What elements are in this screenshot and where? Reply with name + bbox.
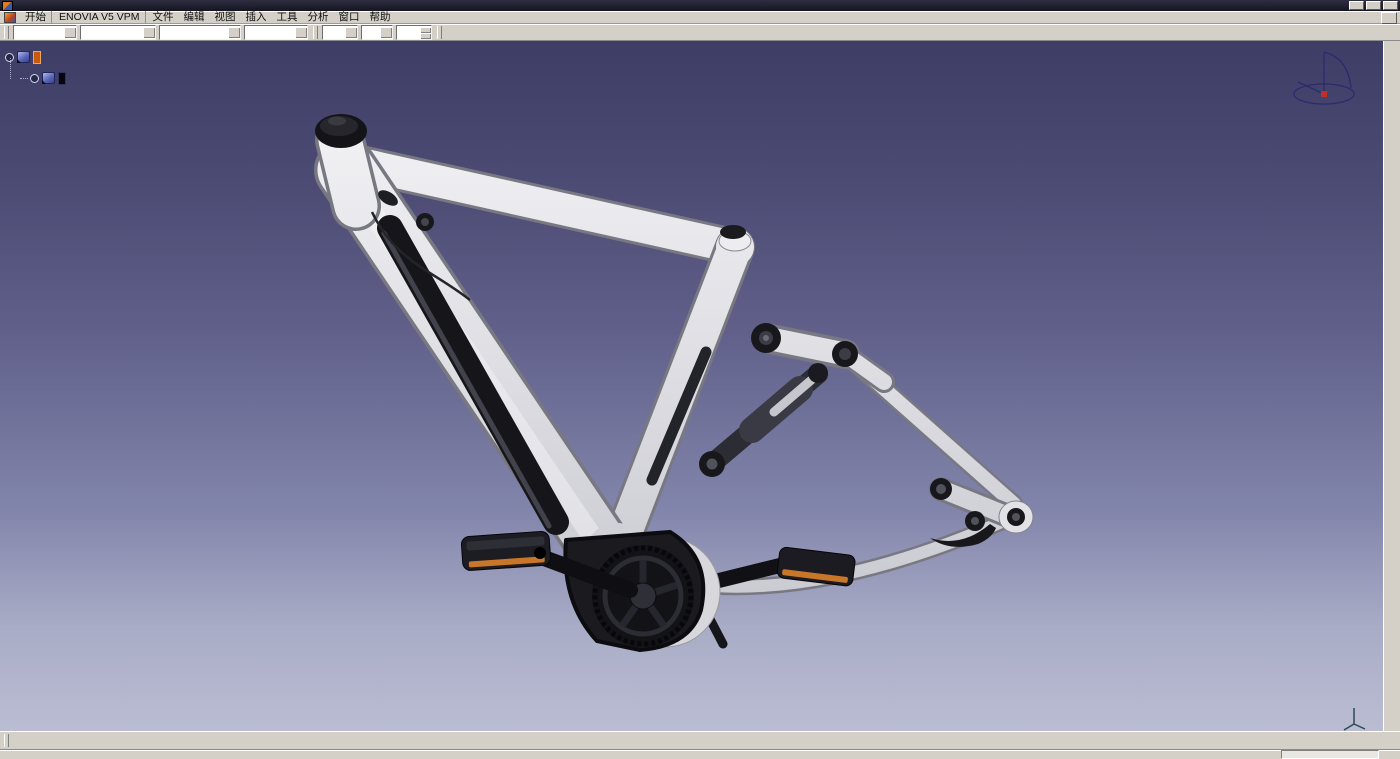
- maximize-button[interactable]: [1366, 1, 1381, 10]
- spin-down-icon[interactable]: [420, 33, 431, 39]
- status-icons: [1383, 751, 1397, 759]
- line-width-combo[interactable]: [159, 25, 241, 40]
- chevron-down-icon[interactable]: [228, 27, 240, 38]
- tree-root[interactable]: [5, 47, 66, 68]
- tree-item-label: [58, 72, 66, 85]
- bike-frame-model[interactable]: [315, 114, 1033, 650]
- specification-tree: [5, 47, 66, 89]
- menu-items: 开始ENOVIA V5 VPM文件编辑视图插入工具分析窗口帮助: [20, 11, 396, 24]
- minimize-button[interactable]: [1349, 1, 1364, 10]
- viewport-scene[interactable]: [0, 41, 1383, 731]
- menu-enovia[interactable]: ENOVIA V5 VPM: [54, 11, 146, 24]
- point-symbol-combo[interactable]: [322, 25, 358, 40]
- menu-window[interactable]: 窗口: [334, 11, 365, 24]
- chevron-down-icon[interactable]: [64, 27, 76, 38]
- menu-tools[interactable]: 工具: [272, 11, 303, 24]
- right-toolbar: [1383, 41, 1400, 731]
- menu-view[interactable]: 视图: [210, 11, 241, 24]
- tree-root-label[interactable]: [33, 51, 41, 64]
- toolbar-drag-handle[interactable]: [4, 734, 9, 747]
- weight-spinner[interactable]: [396, 25, 432, 40]
- product-icon: [17, 51, 30, 63]
- opacity-combo[interactable]: [80, 25, 156, 40]
- menu-bar: 开始ENOVIA V5 VPM文件编辑视图插入工具分析窗口帮助: [0, 11, 1400, 24]
- window-controls: [1349, 1, 1398, 10]
- toolbar-icon[interactable]: [447, 25, 465, 40]
- chevron-down-icon[interactable]: [345, 27, 357, 38]
- menu-help[interactable]: 帮助: [365, 11, 396, 24]
- toolbar-drag-handle[interactable]: [4, 26, 9, 39]
- bottom-toolbar: [0, 731, 1400, 750]
- top-toolbar: [0, 24, 1400, 41]
- menu-edit[interactable]: 编辑: [179, 11, 210, 24]
- top-toolbar-icons: [446, 25, 466, 40]
- menu-start[interactable]: 开始: [20, 11, 52, 24]
- axis-indicator: [1344, 708, 1365, 730]
- spinner-buttons: [420, 27, 431, 39]
- line-type-combo[interactable]: [244, 25, 308, 40]
- menu-insert[interactable]: 插入: [241, 11, 272, 24]
- status-bar: [0, 750, 1400, 759]
- status-icon[interactable]: [1384, 751, 1396, 759]
- catia-window: 开始ENOVIA V5 VPM文件编辑视图插入工具分析窗口帮助: [0, 0, 1400, 759]
- part-icon: [42, 72, 55, 84]
- title-bar: [0, 0, 1400, 11]
- toolbar-icon[interactable]: [1384, 45, 1399, 60]
- toolbar-icon[interactable]: [14, 733, 32, 749]
- menu-file[interactable]: 文件: [148, 11, 179, 24]
- chevron-down-icon[interactable]: [380, 27, 392, 38]
- menu-analyze[interactable]: 分析: [303, 11, 334, 24]
- 3d-viewport[interactable]: [0, 41, 1383, 731]
- workbench-icon: [4, 12, 16, 23]
- tree-items: [20, 68, 66, 89]
- document-close-button[interactable]: [1381, 12, 1397, 24]
- render-style-combo[interactable]: [361, 25, 393, 40]
- view-compass[interactable]: [1294, 52, 1354, 104]
- close-button[interactable]: [1383, 1, 1398, 10]
- toolbar-drag-handle[interactable]: [313, 26, 318, 39]
- color-combo[interactable]: [13, 25, 77, 40]
- expand-icon[interactable]: [30, 74, 39, 83]
- bottom-toolbar-icons: [13, 733, 33, 749]
- toolbar-drag-handle[interactable]: [437, 26, 442, 39]
- power-input-field[interactable]: [1281, 750, 1379, 759]
- tree-item[interactable]: [20, 68, 66, 89]
- app-icon: [2, 1, 13, 11]
- chevron-down-icon[interactable]: [295, 27, 307, 38]
- chevron-down-icon[interactable]: [143, 27, 155, 38]
